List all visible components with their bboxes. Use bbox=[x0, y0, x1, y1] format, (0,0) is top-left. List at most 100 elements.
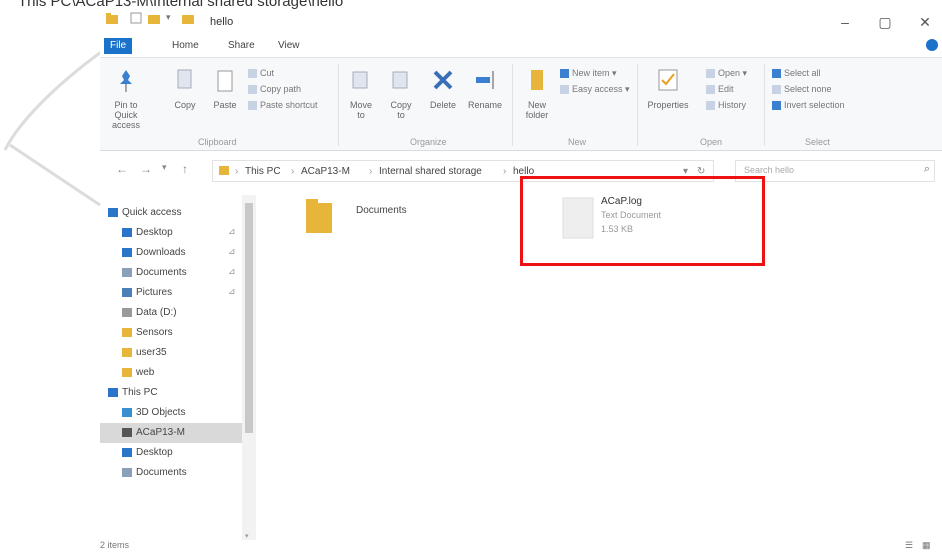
nav-item-label: 3D Objects bbox=[136, 407, 186, 418]
open-button[interactable]: Open ▾ bbox=[706, 68, 747, 79]
desktop-icon bbox=[122, 448, 132, 457]
copy-to-label: Copy to bbox=[390, 100, 412, 120]
maximize-button[interactable]: ▢ bbox=[875, 14, 895, 31]
nav-item[interactable]: Quick access bbox=[100, 203, 250, 223]
nav-item-label: Downloads bbox=[136, 247, 186, 258]
rename-button[interactable]: Rename bbox=[468, 68, 502, 110]
nav-item[interactable]: 3D Objects bbox=[100, 403, 250, 423]
close-button[interactable]: ✕ bbox=[915, 14, 935, 31]
folder-icon bbox=[106, 12, 118, 24]
minimize-button[interactable]: – bbox=[835, 14, 855, 30]
recent-dropdown-icon[interactable]: ▾ bbox=[162, 162, 167, 173]
select-all-button[interactable]: Select all bbox=[772, 68, 821, 79]
delete-button[interactable]: Delete bbox=[426, 68, 460, 110]
nav-item-label: user35 bbox=[136, 347, 167, 358]
tab-home[interactable]: Home bbox=[166, 38, 205, 54]
open-group-label: Open bbox=[700, 137, 723, 147]
breadcrumb-this-pc[interactable]: This PC bbox=[245, 166, 281, 177]
organize-group-label: Organize bbox=[410, 137, 447, 147]
nav-item[interactable]: Sensors bbox=[100, 323, 250, 343]
open-label: Open bbox=[718, 68, 741, 78]
nav-item-label: Desktop bbox=[136, 447, 173, 458]
invert-selection-icon bbox=[772, 101, 781, 111]
nav-item[interactable]: user35 bbox=[100, 343, 250, 363]
invert-selection-button[interactable]: Invert selection bbox=[772, 100, 845, 111]
nav-item[interactable]: Desktop ⊿ bbox=[100, 223, 250, 243]
scrollbar-thumb[interactable] bbox=[245, 203, 253, 433]
qa-dropdown-icon[interactable]: ▾ bbox=[166, 12, 178, 24]
document-icon bbox=[122, 268, 132, 277]
select-none-label: Select none bbox=[784, 84, 832, 94]
up-arrow-icon[interactable]: ↑ bbox=[182, 162, 188, 176]
nav-item-label: Quick access bbox=[122, 207, 182, 218]
large-icons-view-icon[interactable]: ▦ bbox=[922, 540, 931, 551]
group-divider bbox=[512, 64, 513, 146]
breadcrumb-storage[interactable]: Internal shared storage bbox=[379, 166, 482, 177]
pin-quick-access-button[interactable]: Pin to Quick access bbox=[106, 68, 146, 130]
new-item-button[interactable]: New item ▾ bbox=[560, 68, 617, 79]
search-placeholder: Search hello bbox=[744, 165, 795, 175]
cut-button[interactable]: Cut bbox=[248, 68, 275, 79]
details-view-icon[interactable]: ☰ bbox=[905, 540, 913, 551]
delete-x-icon bbox=[426, 68, 460, 96]
paste-button[interactable]: Paste bbox=[210, 68, 240, 110]
tab-file[interactable]: File bbox=[104, 38, 133, 54]
copy-button[interactable]: Copy bbox=[170, 68, 200, 110]
properties-icon[interactable] bbox=[130, 12, 142, 24]
copy-to-icon bbox=[386, 68, 416, 96]
copy-path-button[interactable]: Copy path bbox=[248, 84, 301, 95]
copy-to-button[interactable]: Copy to bbox=[386, 68, 416, 120]
nav-item[interactable]: Documents bbox=[100, 463, 250, 483]
nav-item[interactable]: Documents ⊿ bbox=[100, 263, 250, 283]
cut-label: Cut bbox=[260, 68, 275, 78]
folder-item[interactable]: Documents bbox=[300, 195, 480, 245]
paste-shortcut-button[interactable]: Paste shortcut bbox=[248, 100, 318, 111]
rename-label: Rename bbox=[468, 100, 503, 110]
cube-icon bbox=[122, 408, 132, 417]
properties-button[interactable]: Properties bbox=[646, 68, 690, 110]
tab-share[interactable]: Share bbox=[222, 38, 261, 54]
forward-arrow-icon[interactable]: → bbox=[140, 162, 152, 176]
nav-scrollbar[interactable]: ▾ bbox=[242, 195, 256, 540]
copy-label: Copy bbox=[174, 100, 196, 110]
nav-item[interactable]: Data (D:) bbox=[100, 303, 250, 323]
help-icon[interactable] bbox=[926, 39, 938, 51]
properties-check-icon bbox=[646, 68, 690, 96]
move-to-icon bbox=[346, 68, 376, 96]
pin-label: Pin to Quick access bbox=[111, 100, 140, 130]
tab-view[interactable]: View bbox=[272, 38, 306, 54]
nav-item[interactable]: Desktop bbox=[100, 443, 250, 463]
nav-item[interactable]: web bbox=[100, 363, 250, 383]
nav-item[interactable]: This PC bbox=[100, 383, 250, 403]
nav-item-label: ACaP13-M bbox=[136, 427, 185, 438]
breadcrumb-device[interactable]: ACaP13-M bbox=[301, 166, 350, 177]
history-icon bbox=[706, 101, 715, 111]
folder-icon bbox=[122, 348, 132, 357]
new-folder-icon[interactable] bbox=[148, 12, 160, 24]
nav-item[interactable]: Downloads ⊿ bbox=[100, 243, 250, 263]
paste-shortcut-label: Paste shortcut bbox=[260, 100, 318, 110]
history-button[interactable]: History bbox=[706, 100, 746, 111]
back-arrow-icon[interactable]: ← bbox=[116, 162, 128, 176]
nav-item-label: This PC bbox=[122, 387, 158, 398]
nav-item[interactable]: ACaP13-M bbox=[100, 423, 250, 443]
search-input[interactable]: Search hello ⌕ bbox=[735, 160, 935, 182]
nav-item-label: Pictures bbox=[136, 287, 173, 298]
pin-icon: ⊿ bbox=[228, 246, 236, 256]
select-none-button[interactable]: Select none bbox=[772, 84, 832, 95]
easy-access-label: Easy access bbox=[572, 84, 623, 94]
scroll-down-icon[interactable]: ▾ bbox=[245, 532, 249, 540]
document-icon bbox=[122, 468, 132, 477]
nav-item[interactable]: Pictures ⊿ bbox=[100, 283, 250, 303]
nav-item-label: Data (D:) bbox=[136, 307, 177, 318]
move-to-button[interactable]: Move to bbox=[346, 68, 376, 120]
new-folder-button[interactable]: New folder bbox=[520, 68, 554, 120]
easy-access-button[interactable]: Easy access ▾ bbox=[560, 84, 630, 95]
new-folder-icon bbox=[520, 68, 554, 96]
delete-label: Delete bbox=[429, 100, 456, 110]
edit-button[interactable]: Edit bbox=[706, 84, 734, 95]
navigation-pane: Quick access Desktop ⊿ Downloads ⊿ Documents ⊿… bbox=[100, 195, 255, 545]
folder-icon bbox=[122, 368, 132, 377]
edit-label: Edit bbox=[718, 84, 734, 94]
phone-icon bbox=[122, 428, 132, 437]
